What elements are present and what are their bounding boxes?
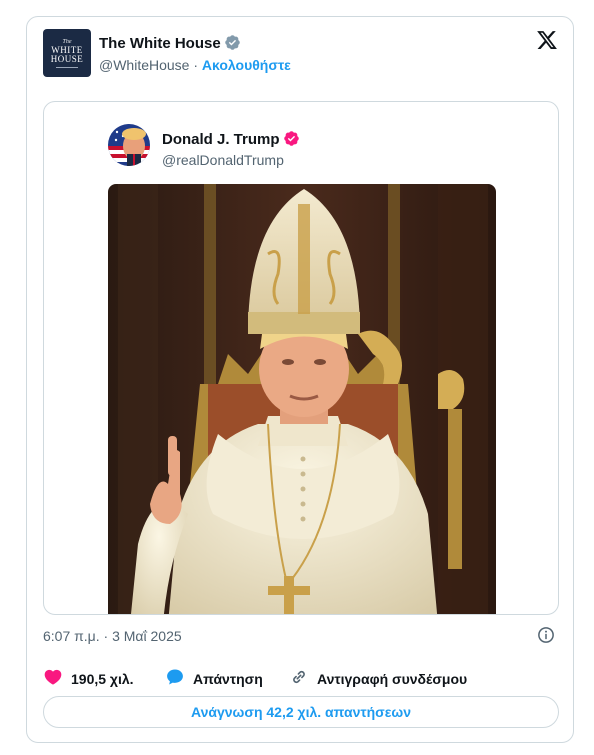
heart-icon — [43, 667, 63, 690]
copy-link-button[interactable]: Αντιγραφή συνδέσμου — [289, 667, 467, 690]
verified-badge-pink-icon — [283, 130, 300, 151]
read-replies-button[interactable]: Ανάγνωση 42,2 χιλ. απαντήσεων — [43, 696, 559, 728]
verified-badge-icon — [224, 34, 241, 55]
logo-text-the: The — [62, 38, 72, 45]
x-logo-icon[interactable] — [536, 29, 558, 51]
likes-count: 190,5 χιλ. — [71, 670, 134, 687]
post-image[interactable] — [108, 184, 496, 614]
author-handle[interactable]: @WhiteHouse — [99, 57, 189, 73]
action-bar: 190,5 χιλ. Απάντηση Αντιγραφή συνδέσμου — [43, 667, 559, 689]
follow-button[interactable]: Ακολουθήστε — [202, 57, 291, 73]
white-house-avatar[interactable]: The WHITE HOUSE — [43, 29, 91, 77]
trump-avatar[interactable] — [108, 124, 150, 166]
info-icon[interactable] — [537, 626, 555, 644]
author-name-row[interactable]: The White House — [99, 34, 241, 55]
author-name[interactable]: The White House — [99, 35, 221, 52]
author-handle-row: @WhiteHouse · Ακολουθήστε — [99, 57, 291, 73]
read-replies-label: Ανάγνωση 42,2 χιλ. απαντήσεων — [190, 704, 411, 720]
tweet-card: The WHITE HOUSE The White House @WhiteHo… — [26, 16, 574, 743]
quoted-post[interactable]: Donald J. Trump @realDonaldTrump — [43, 101, 559, 615]
link-icon — [289, 667, 309, 690]
speech-bubble-icon — [165, 667, 185, 690]
quoted-author-name[interactable]: Donald J. Trump — [162, 131, 280, 148]
quoted-author-name-row[interactable]: Donald J. Trump — [162, 130, 300, 151]
logo-text-house: HOUSE — [50, 53, 84, 64]
quoted-author-handle[interactable]: @realDonaldTrump — [162, 152, 284, 168]
handle-separator: · — [193, 57, 199, 73]
like-button[interactable]: 190,5 χιλ. — [43, 667, 134, 690]
logo-divider — [56, 66, 78, 68]
reply-label: Απάντηση — [193, 670, 263, 687]
copy-link-label: Αντιγραφή συνδέσμου — [317, 670, 468, 687]
post-timestamp[interactable]: 6:07 π.μ. · 3 Μαΐ 2025 — [43, 628, 182, 644]
reply-button[interactable]: Απάντηση — [165, 667, 263, 690]
